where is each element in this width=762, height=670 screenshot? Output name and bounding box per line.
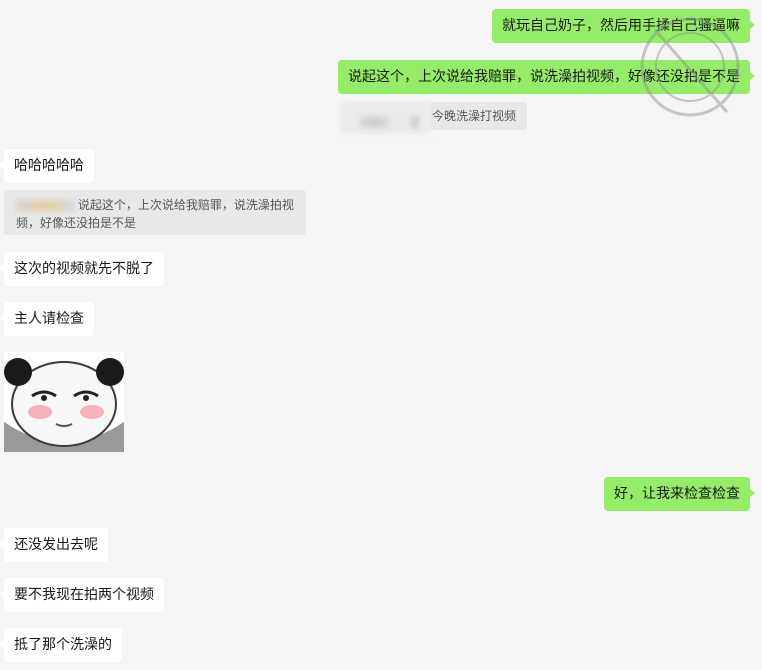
message-text: 主人请检查 — [14, 311, 84, 327]
panda-blush-sticker[interactable] — [4, 352, 124, 452]
quoted-message[interactable]: 说起这个，上次说给我赔罪，说洗澡拍视频，好像还没拍是不是 — [4, 190, 306, 235]
chat-bubble-other[interactable]: 主人请检查 — [0, 302, 94, 336]
message-text: 还没发出去呢 — [14, 537, 98, 553]
message-text: 好，让我来检查检查 — [614, 486, 740, 502]
chat-bubble-other[interactable]: 还没发出去呢 — [0, 528, 108, 562]
chat-bubble-self[interactable]: 好，让我来检查检查 — [604, 477, 755, 511]
chat-bubble-other[interactable]: 哈哈哈哈哈 — [0, 149, 94, 183]
message-text: 要不我现在拍两个视频 — [14, 587, 154, 603]
redacted-sender — [16, 199, 74, 212]
chat-bubble-other[interactable]: 要不我现在拍两个视频 — [0, 578, 164, 612]
redacted-text — [410, 116, 420, 128]
watermark-logo — [640, 17, 740, 117]
message-text: 哈哈哈哈哈 — [14, 158, 84, 174]
chat-bubble-other[interactable]: 抵了那个洗澡的 — [0, 628, 122, 662]
quoted-text: 今晚洗澡打视频 — [432, 109, 517, 123]
message-text: 抵了那个洗澡的 — [14, 637, 112, 653]
quoted-message[interactable]: 今晚洗澡打视频 — [430, 102, 527, 130]
redacted-text — [360, 116, 390, 128]
chat-bubble-other[interactable]: 这次的视频就先不脱了 — [0, 252, 164, 286]
message-text: 这次的视频就先不脱了 — [14, 261, 154, 277]
